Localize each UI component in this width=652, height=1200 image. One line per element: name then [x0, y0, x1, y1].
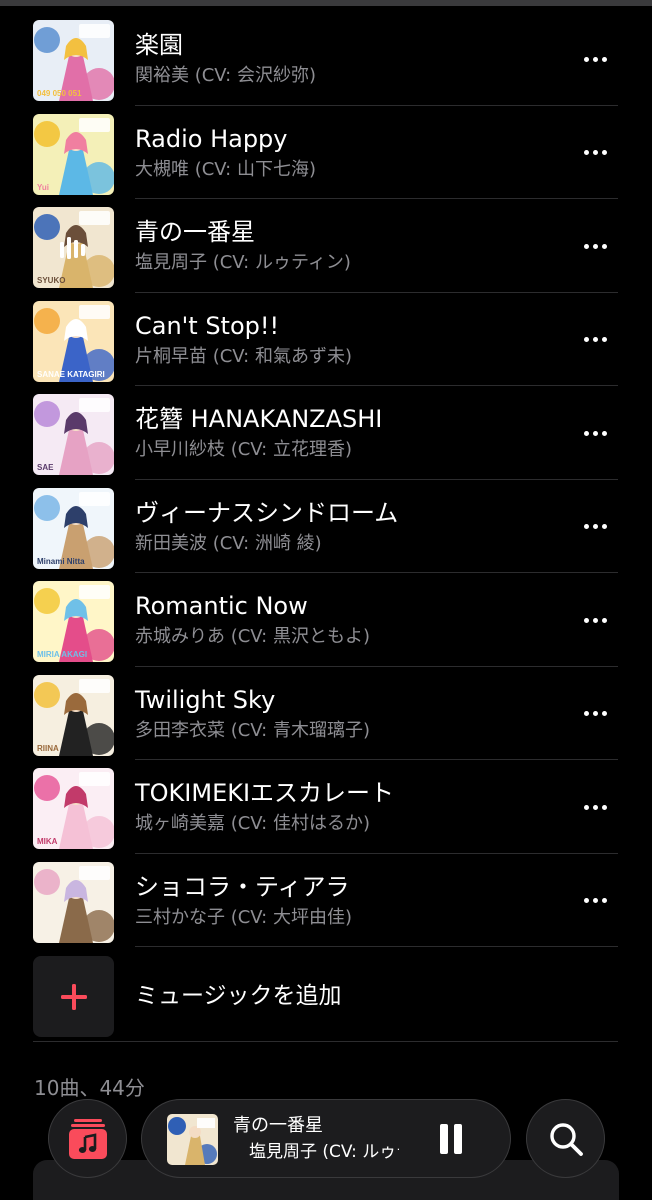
track-list: 049 050 051 楽園関裕美 (CV: 会沢紗弥) Yui Radio Happ…: [0, 12, 652, 947]
album-artwork: RIINA: [33, 674, 114, 756]
ellipsis-icon: [583, 617, 589, 623]
album-artwork: 049 050 051: [33, 20, 114, 101]
ellipsis-icon: [583, 150, 589, 155]
now-playing-icon: [33, 207, 114, 288]
track-title: ショコラ・ティアラ: [135, 872, 350, 901]
more-options-button[interactable]: [574, 512, 616, 542]
ellipsis-icon: [583, 524, 589, 529]
album-artwork: Yui: [33, 113, 114, 195]
plus-icon: [60, 983, 87, 1010]
track-artist: 大槻唯 (CV: 山下七海): [135, 158, 316, 180]
svg-text:049 050 051: 049 050 051: [37, 89, 82, 98]
ellipsis-icon: [583, 243, 589, 249]
track-artist: 塩見周子 (CV: ルゥティン): [135, 252, 351, 273]
track-title: ヴィーナスシンドローム: [135, 498, 399, 527]
track-title: Radio Happy: [135, 124, 288, 153]
track-artist: 三村かな子 (CV: 大坪由佳): [135, 906, 352, 928]
track-title: Romantic Now: [135, 592, 308, 620]
track-row[interactable]: SANAE KATAGIRI Can't Stop!! 片桐早苗 (CV: 和氣あず…: [0, 293, 652, 386]
more-options-button[interactable]: [574, 418, 616, 448]
album-artwork: Minami Nitta: [33, 487, 114, 569]
track-row[interactable]: 049 050 051 楽園関裕美 (CV: 会沢紗弥): [0, 12, 652, 106]
track-row[interactable]: MIRIA AKAGI Romantic Now 赤城みりあ (CV: 黒沢ともよ): [0, 573, 652, 667]
pause-button[interactable]: [434, 1122, 468, 1156]
track-title: Can't Stop!!: [135, 311, 280, 340]
svg-text:MIRIA AKAGI: MIRIA AKAGI: [37, 650, 87, 659]
search-button[interactable]: [526, 1099, 605, 1178]
track-artist: 小早川紗枝 (CV: 立花理香): [135, 439, 352, 460]
top-edge: [0, 0, 652, 6]
svg-text:RIINA: RIINA: [37, 744, 59, 753]
add-music-row[interactable]: ミュージックを追加: [0, 947, 652, 1042]
svg-text:SANAE KATAGIRI: SANAE KATAGIRI: [37, 370, 105, 379]
mini-player-artist: 塩見周子 (CV: ルゥティン): [249, 1142, 399, 1162]
divider: [33, 1041, 618, 1042]
svg-text:Yui: Yui: [37, 183, 49, 192]
track-artist: 赤城みりあ (CV: 黒沢ともよ): [135, 626, 370, 647]
mini-player-artwork: [167, 1114, 218, 1165]
album-artwork: MIKA: [33, 768, 114, 849]
track-title: 青の一番星: [135, 218, 255, 246]
track-artist: 片桐早苗 (CV: 和氣あず未): [135, 345, 352, 367]
search-icon: [549, 1122, 583, 1156]
track-row[interactable]: SAE 花簪 HANAKANZASHI 小早川紗枝 (CV: 立花理香): [0, 386, 652, 480]
album-artwork: MIRIA AKAGI: [33, 581, 114, 662]
album-artwork: SANAE KATAGIRI: [33, 300, 114, 382]
track-title: 楽園: [135, 31, 183, 59]
pause-icon: [440, 1124, 448, 1154]
album-artwork: SAE: [33, 394, 114, 475]
track-artist: 多田李衣菜 (CV: 青木瑠璃子): [135, 719, 370, 741]
more-options-button[interactable]: [574, 792, 616, 822]
more-options-button[interactable]: [574, 886, 616, 916]
svg-text:Minami Nitta: Minami Nitta: [37, 557, 85, 566]
album-artwork: [33, 861, 114, 943]
track-artist: 城ヶ崎美嘉 (CV: 佳村はるか): [135, 813, 370, 834]
ellipsis-icon: [583, 711, 589, 716]
svg-text:SAE: SAE: [37, 463, 54, 472]
ellipsis-icon: [583, 337, 589, 342]
album-artwork: SYUKO: [33, 207, 114, 288]
more-options-button[interactable]: [574, 44, 616, 74]
track-artist: 関裕美 (CV: 会沢紗弥): [135, 65, 316, 86]
library-button[interactable]: [48, 1099, 127, 1178]
track-row[interactable]: SYUKO 青の一番星塩見周子 (CV: ルゥティン): [0, 199, 652, 293]
svg-text:MIKA: MIKA: [37, 837, 58, 846]
track-row[interactable]: MIKA TOKIMEKIエスカレート城ヶ崎美嘉 (CV: 佳村はるか): [0, 760, 652, 854]
mini-player-title: 青の一番星: [233, 1115, 323, 1136]
music-library-icon: [68, 1118, 107, 1159]
add-music-tile[interactable]: [33, 956, 114, 1037]
track-row[interactable]: Minami Nitta ヴィーナスシンドローム新田美波 (CV: 洲崎 綾): [0, 480, 652, 573]
more-options-button[interactable]: [574, 605, 616, 635]
add-music-label: ミュージックを追加: [135, 983, 342, 1009]
ellipsis-icon: [583, 804, 589, 810]
more-options-button[interactable]: [574, 138, 616, 168]
track-title: 花簪 HANAKANZASHI: [135, 405, 383, 433]
ellipsis-icon: [583, 56, 589, 62]
playlist-summary: 10曲、44分: [34, 1076, 145, 1100]
mini-player[interactable]: 青の一番星 塩見周子 (CV: ルゥティン): [141, 1099, 511, 1178]
track-artist: 新田美波 (CV: 洲崎 綾): [135, 532, 322, 554]
track-title: Twilight Sky: [135, 685, 276, 714]
more-options-button[interactable]: [574, 231, 616, 261]
track-row[interactable]: ショコラ・ティアラ三村かな子 (CV: 大坪由佳): [0, 854, 652, 947]
track-title: TOKIMEKIエスカレート: [135, 779, 395, 807]
more-options-button[interactable]: [574, 699, 616, 729]
track-row[interactable]: RIINA Twilight Sky 多田李衣菜 (CV: 青木瑠璃子): [0, 667, 652, 760]
more-options-button[interactable]: [574, 325, 616, 355]
track-row[interactable]: Yui Radio Happy 大槻唯 (CV: 山下七海): [0, 106, 652, 199]
ellipsis-icon: [583, 430, 589, 436]
ellipsis-icon: [583, 898, 589, 903]
